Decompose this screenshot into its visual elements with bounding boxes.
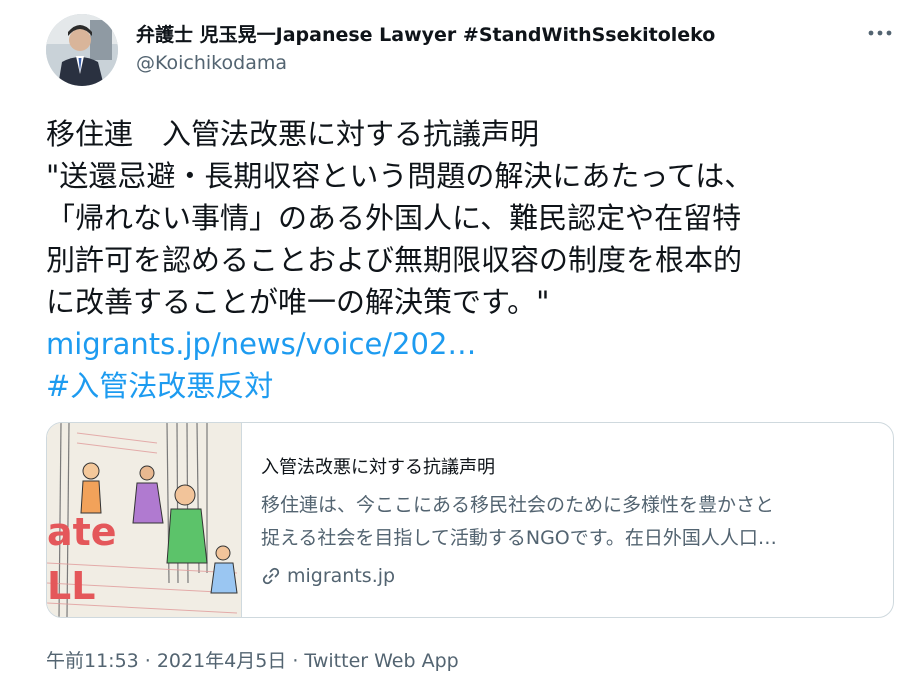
display-name-jp[interactable]: 弁護士 児玉晃一 <box>136 20 276 47</box>
tweet-text: 移住連 入管法改悪に対する抗議声明 "送還忌避・長期収容という問題の解決にあたっ… <box>46 113 896 407</box>
tweet-line: 「帰れない事情」のある外国人に、難民認定や在留特 <box>46 201 742 235</box>
tweet-url-link[interactable]: migrants.jp/news/voice/202… <box>46 323 896 365</box>
card-title: 入管法改悪に対する抗議声明 <box>261 457 495 478</box>
display-name-en[interactable]: Japanese Lawyer #StandWithSsekitoleko <box>276 24 716 46</box>
card-thumbnail: ate LL <box>47 423 242 617</box>
card-domain-text: migrants.jp <box>287 565 396 587</box>
tweet-line: 別許可を認めることおよび無期限収容の制度を根本的 <box>46 243 743 277</box>
tweet-line: 移住連 入管法改悪に対する抗議声明 <box>46 117 540 151</box>
author-name-row[interactable]: 弁護士 児玉晃一 Japanese Lawyer #StandWithSseki… <box>136 20 715 47</box>
author-handle[interactable]: @Koichikodama <box>136 52 287 74</box>
card-text: 入管法改悪に対する抗議声明 移住連は、今ここにある移民社会のために多様性を豊かさ… <box>261 453 871 587</box>
avatar[interactable] <box>46 14 118 86</box>
tweet-line: に改善することが唯一の解決策です。" <box>46 285 550 319</box>
hashtag-link[interactable]: #入管法改悪反対 <box>46 365 896 407</box>
more-horizontal-icon <box>868 30 892 36</box>
card-image-text: LL <box>47 564 95 608</box>
card-description: 移住連は、今ここにある移民社会のために多様性を豊かさと 捉える社会を目指して活動… <box>261 489 871 555</box>
link-preview-card[interactable]: ate LL 入管法改悪に対する抗議声明 移住連は、今ここにある移民社会のために… <box>46 422 894 618</box>
card-description-line: 移住連は、今ここにある移民社会のために多様性を豊かさと <box>261 494 775 516</box>
card-image-text: ate <box>47 510 117 554</box>
tweet: 弁護士 児玉晃一 Japanese Lawyer #StandWithSseki… <box>0 0 921 672</box>
card-domain: migrants.jp <box>261 565 871 587</box>
more-options-button[interactable] <box>867 18 893 43</box>
tweet-line: "送還忌避・長期収容という問題の解決にあたっては、 <box>46 159 754 193</box>
card-description-line: 捉える社会を目指して活動するNGOです。在日外国人人口… <box>261 527 777 549</box>
link-icon <box>262 567 280 585</box>
